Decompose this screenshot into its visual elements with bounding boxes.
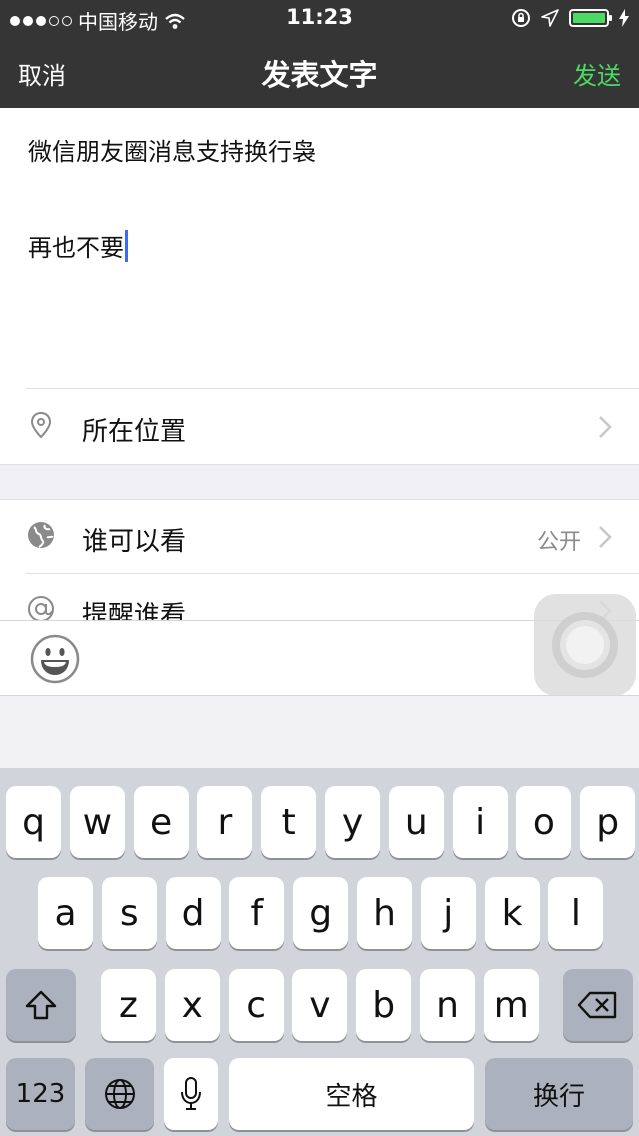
- key-e[interactable]: e: [133, 786, 189, 858]
- visibility-value: 公开: [536, 530, 581, 555]
- key-j[interactable]: j: [420, 877, 476, 949]
- charging-bolt-icon: [619, 9, 629, 27]
- compose-line-2-text: 再也不要: [28, 234, 124, 262]
- page-title: 发表文字: [261, 58, 378, 92]
- key-t[interactable]: t: [261, 786, 317, 858]
- globe-icon: [104, 1079, 135, 1109]
- numbers-key[interactable]: 123: [6, 1058, 75, 1130]
- keyboard: 123 空格 换行 qwertyuiop asdfghjkl zxcvbnm: [0, 768, 639, 1136]
- key-b[interactable]: b: [356, 969, 412, 1041]
- section-gap: [0, 464, 639, 500]
- chevron-right-icon: [599, 416, 612, 438]
- key-o[interactable]: o: [516, 786, 572, 858]
- key-r[interactable]: r: [197, 786, 253, 858]
- key-w[interactable]: w: [69, 786, 125, 858]
- globe-icon: [28, 522, 54, 548]
- status-bar: 中国移动 11:23: [0, 0, 639, 36]
- location-label: 所在位置: [82, 417, 187, 447]
- backspace-key[interactable]: [563, 969, 633, 1041]
- shift-icon: [25, 990, 57, 1020]
- key-k[interactable]: k: [484, 877, 540, 949]
- key-p[interactable]: p: [580, 786, 636, 858]
- key-i[interactable]: i: [452, 786, 508, 858]
- key-z[interactable]: z: [101, 969, 156, 1041]
- backspace-icon: [577, 991, 617, 1019]
- key-y[interactable]: y: [325, 786, 380, 858]
- emoji-icon[interactable]: [30, 634, 80, 684]
- visibility-row[interactable]: 谁可以看 公开: [0, 500, 639, 574]
- divider: [26, 388, 639, 389]
- compose-line-1: 微信朋友圈消息支持换行袅: [28, 138, 316, 166]
- text-cursor: [125, 229, 128, 262]
- header: 中国移动 11:23 取消 发表文字 发送: [0, 0, 639, 108]
- status-right: [511, 8, 629, 28]
- key-g[interactable]: g: [293, 877, 349, 949]
- key-h[interactable]: h: [357, 877, 412, 949]
- navigation-bar: 取消 发表文字 发送: [0, 36, 639, 108]
- location-arrow-icon: [541, 9, 559, 27]
- dictation-key[interactable]: [164, 1058, 218, 1130]
- key-q[interactable]: q: [6, 786, 61, 858]
- battery-icon: [569, 9, 612, 27]
- key-l[interactable]: l: [548, 877, 604, 949]
- space-key[interactable]: 空格: [229, 1058, 474, 1130]
- key-f[interactable]: f: [229, 877, 285, 949]
- chevron-right-icon: [599, 526, 612, 548]
- key-m[interactable]: m: [483, 969, 539, 1041]
- key-u[interactable]: u: [388, 786, 444, 858]
- location-row[interactable]: 所在位置: [0, 390, 639, 464]
- key-v[interactable]: v: [292, 969, 348, 1041]
- globe-key[interactable]: [85, 1058, 154, 1130]
- key-c[interactable]: c: [228, 969, 284, 1041]
- key-n[interactable]: n: [420, 969, 475, 1041]
- shift-key[interactable]: [6, 969, 76, 1041]
- key-x[interactable]: x: [164, 969, 220, 1041]
- microphone-icon: [181, 1077, 201, 1110]
- key-s[interactable]: s: [101, 877, 157, 949]
- key-a[interactable]: a: [38, 877, 93, 949]
- rotation-lock-icon: [512, 9, 530, 27]
- location-pin-icon: [30, 411, 52, 439]
- compose-line-2: 再也不要: [28, 228, 128, 263]
- send-button[interactable]: 发送: [573, 56, 621, 91]
- return-key[interactable]: 换行: [485, 1058, 633, 1130]
- key-d[interactable]: d: [165, 877, 221, 949]
- visibility-label: 谁可以看: [82, 527, 187, 557]
- assistive-touch-button[interactable]: [534, 594, 636, 696]
